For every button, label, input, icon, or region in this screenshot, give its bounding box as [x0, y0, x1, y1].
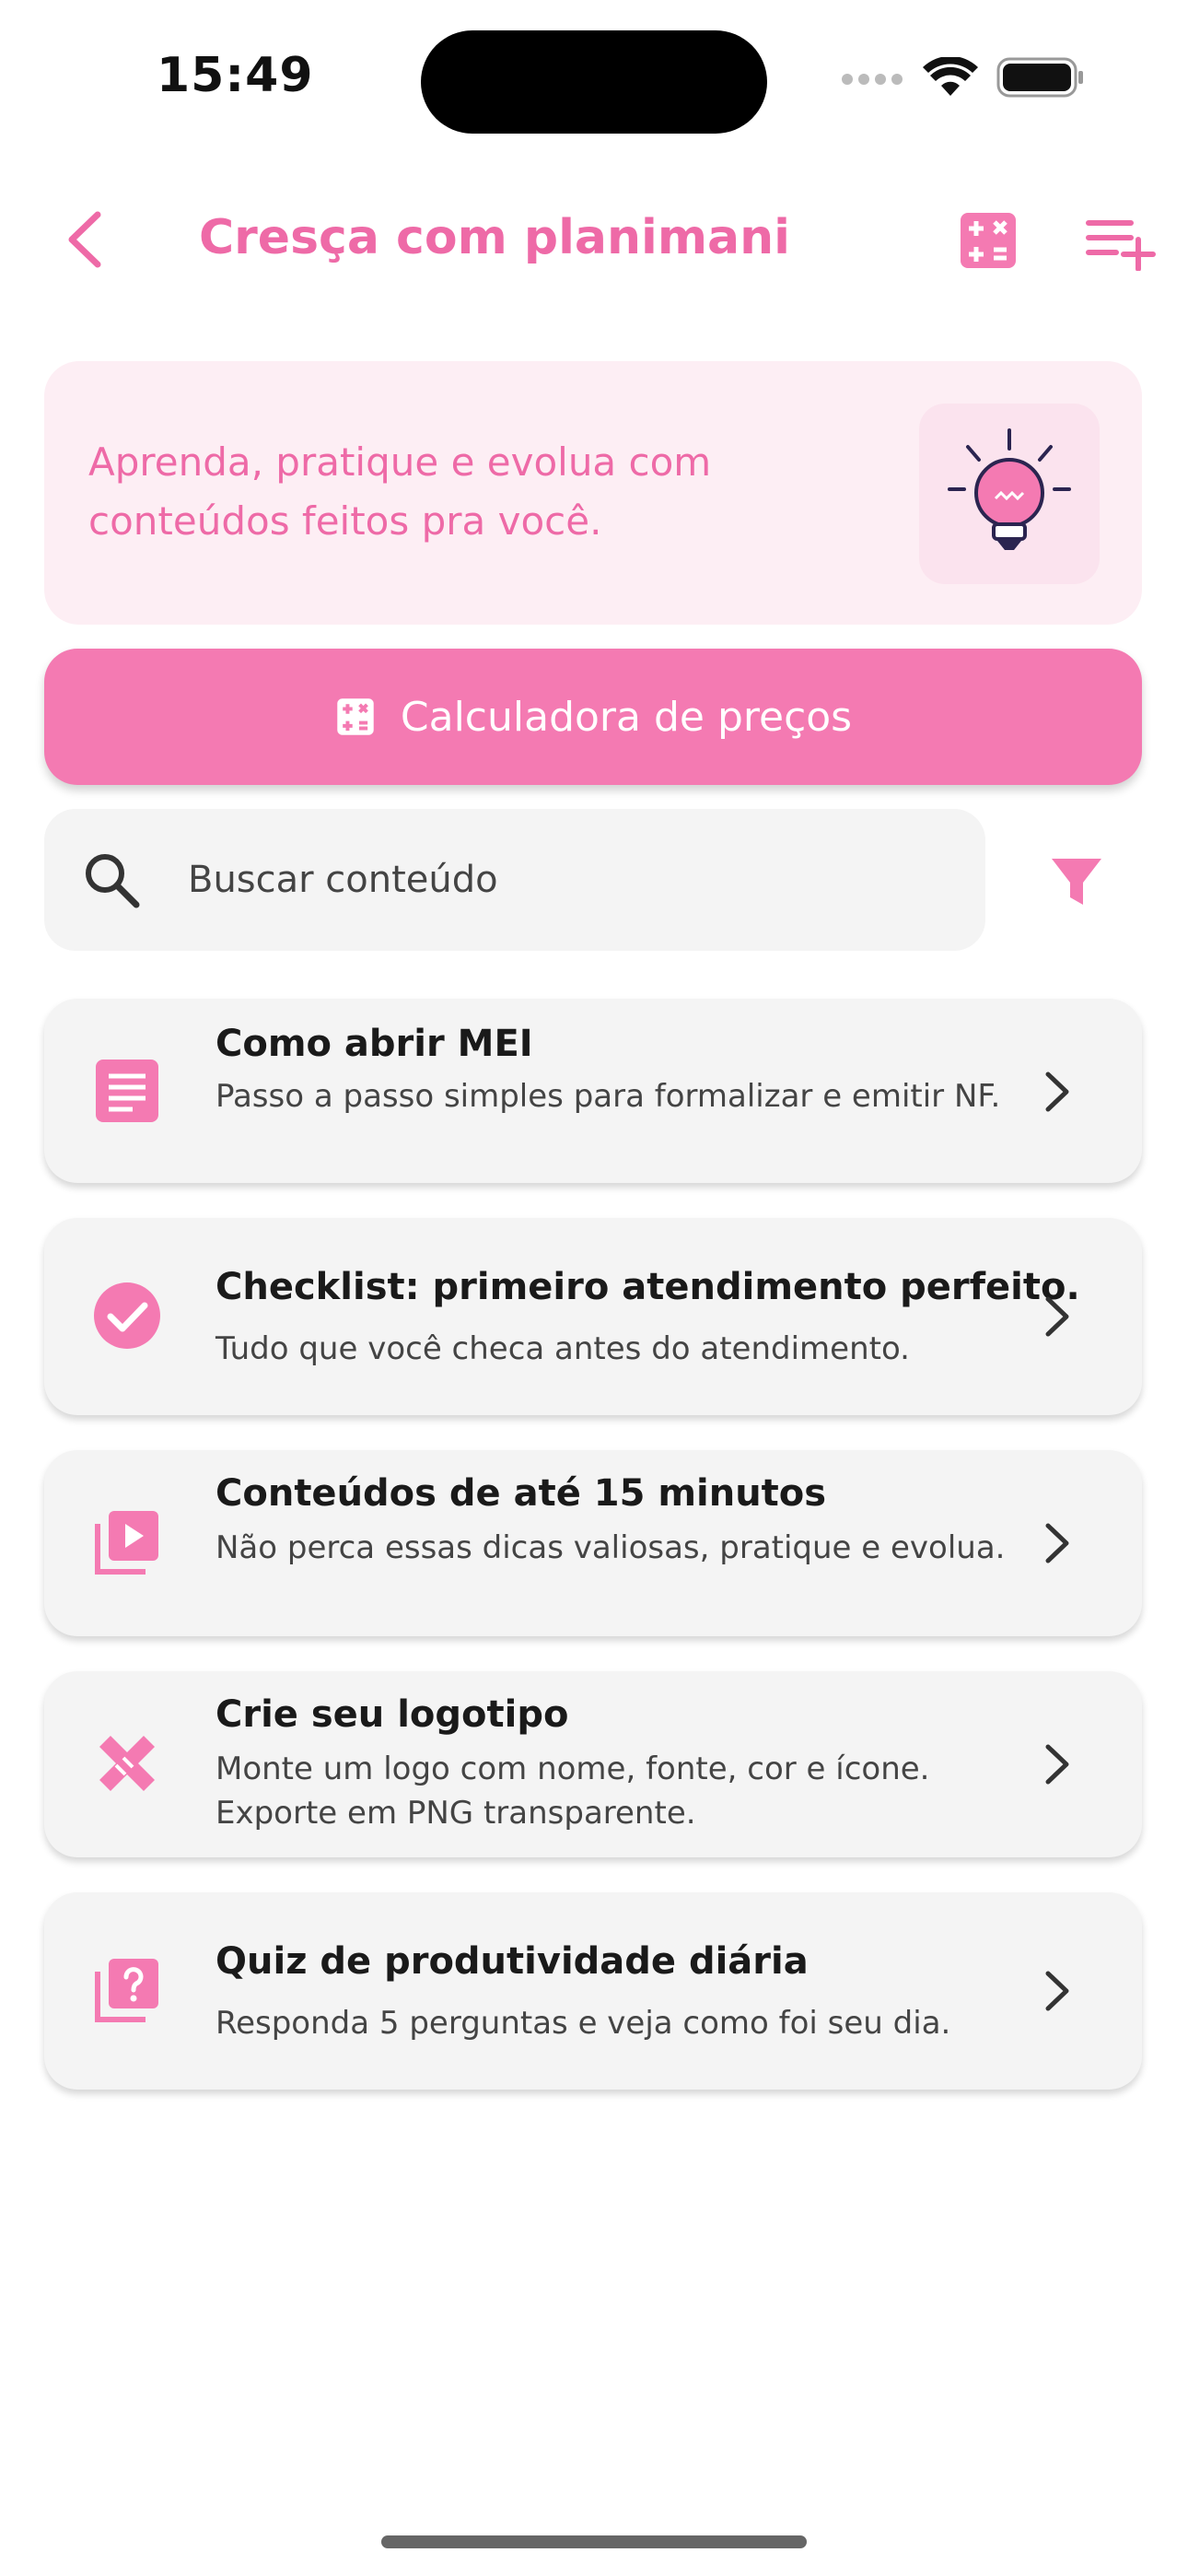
chevron-right-icon [1045, 1971, 1069, 2011]
app-header: Cresça com planimani [0, 184, 1188, 295]
list-item-subtitle: Monte um logo com nome, fonte, cor e íco… [215, 1751, 930, 1832]
status-icons [840, 57, 1085, 98]
list-item-title: Crie seu logotipo [215, 1693, 569, 1736]
list-item-title: Quiz de produtividade diária [215, 1940, 809, 1983]
check-circle-icon [94, 1282, 160, 1349]
list-item-title: Como abrir MEI [215, 1023, 533, 1065]
price-calculator-label: Calculadora de preços [400, 693, 853, 741]
banner-illustration [919, 404, 1100, 584]
list-item[interactable]: Quiz de produtividade diária Responda 5 … [44, 1892, 1142, 2090]
back-button[interactable] [48, 205, 118, 275]
calculator-icon [337, 698, 374, 735]
list-item[interactable]: Como abrir MEI Passo a passo simples par… [44, 999, 1142, 1183]
list-item[interactable]: Conteúdos de até 15 minutos Não perca es… [44, 1450, 1142, 1636]
list-item[interactable]: Checklist: primeiro atendimento perfeito… [44, 1218, 1142, 1415]
lightbulb-icon [948, 428, 1071, 550]
banner-text: Aprenda, pratique e evolua com conteúdos… [88, 439, 712, 544]
filter-icon [1052, 859, 1101, 905]
list-item-subtitle: Tudo que você checa antes do atendimento… [215, 1330, 910, 1367]
chevron-right-icon [1045, 1296, 1069, 1337]
video-library-icon [95, 1511, 158, 1575]
filter-button[interactable] [1046, 851, 1107, 912]
price-calculator-button[interactable]: Calculadora de preços [44, 649, 1142, 785]
intro-banner: Aprenda, pratique e evolua com conteúdos… [44, 361, 1142, 625]
calculator-icon [961, 213, 1016, 268]
search-icon [86, 854, 140, 908]
page-title: Cresça com planimani [199, 210, 790, 265]
list-item-subtitle: Não perca essas dicas valiosas, pratique… [215, 1529, 1006, 1566]
cellular-signal-icon [842, 74, 903, 85]
battery-icon [996, 57, 1083, 98]
list-item[interactable]: Crie seu logotipo Monte um logo com nome… [44, 1671, 1142, 1857]
playlist-add-icon [1086, 220, 1156, 272]
search-input[interactable] [188, 846, 943, 914]
quiz-icon [95, 1959, 158, 2022]
chevron-right-icon [1045, 1744, 1069, 1785]
design-tools-icon [99, 1736, 155, 1791]
dynamic-island [421, 30, 767, 134]
list-item-subtitle: Responda 5 perguntas e veja como foi seu… [215, 2005, 951, 2042]
chevron-right-icon [1045, 1523, 1069, 1563]
chevron-right-icon [1045, 1071, 1069, 1112]
playlist-add-button[interactable] [1085, 212, 1159, 272]
list-item-subtitle: Passo a passo simples para formalizar e … [215, 1078, 1001, 1115]
list-item-title: Checklist: primeiro atendimento perfeito… [215, 1266, 1080, 1308]
home-indicator[interactable] [381, 2535, 807, 2548]
list-item-title: Conteúdos de até 15 minutos [215, 1472, 827, 1515]
wifi-icon [923, 57, 978, 96]
calculator-button[interactable] [956, 208, 1020, 273]
document-icon [96, 1060, 158, 1122]
search-box[interactable] [44, 809, 985, 951]
status-time: 15:49 [157, 48, 314, 103]
status-bar: 15:49 [0, 0, 1188, 147]
chevron-left-icon [68, 211, 101, 268]
